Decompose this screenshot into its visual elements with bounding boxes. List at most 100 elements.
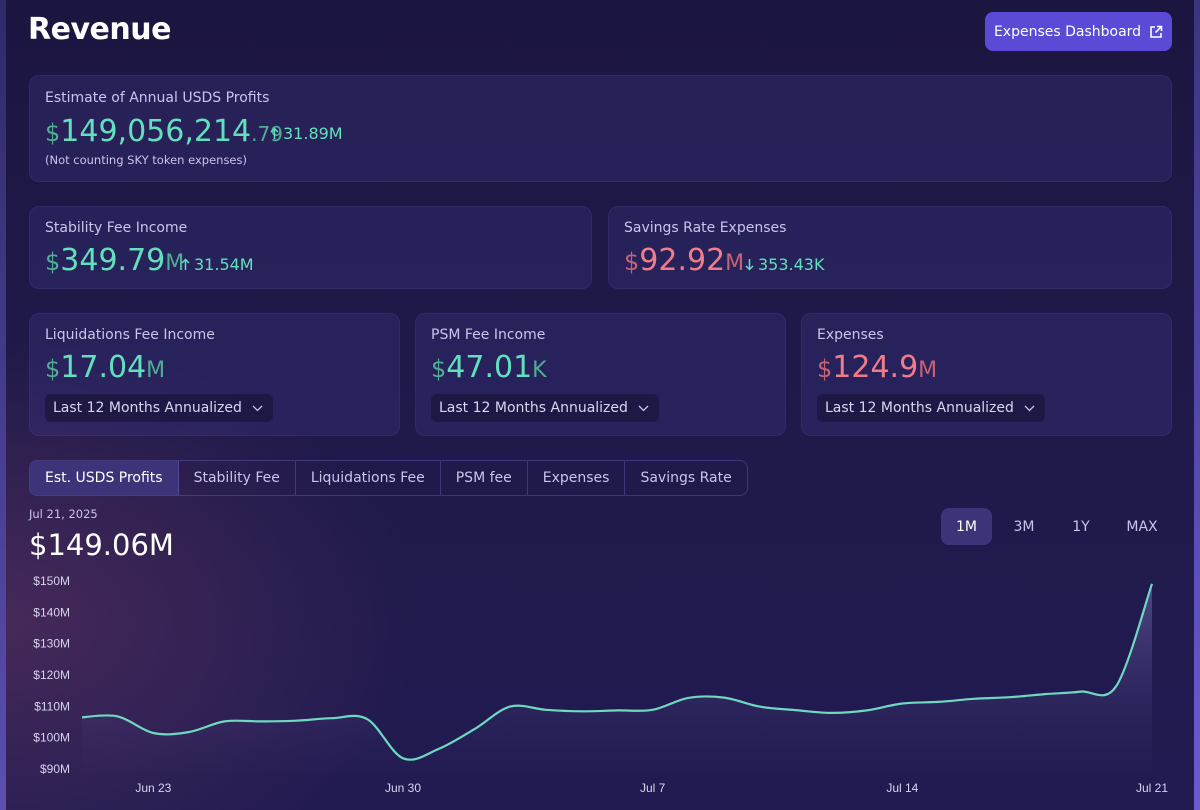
- psm-fee-card: PSM Fee Income $ 47.01 K Last 12 Months …: [415, 313, 786, 436]
- tab-savings-rate[interactable]: Savings Rate: [625, 461, 746, 495]
- chart-data-point[interactable]: [1078, 689, 1084, 695]
- tab-psm-fee[interactable]: PSM fee: [441, 461, 528, 495]
- chart-data-point[interactable]: [186, 729, 192, 735]
- annual-profits-value: $ 149,056,214 .79: [45, 114, 283, 149]
- expenses-period-label: Last 12 Months Annualized: [825, 400, 1014, 416]
- expenses-label: Expenses: [817, 327, 884, 343]
- annual-profits-main: 149,056,214: [60, 114, 252, 149]
- chart-data-point[interactable]: [79, 714, 85, 720]
- chart-data-point[interactable]: [1149, 581, 1155, 587]
- chart-data-point[interactable]: [757, 704, 763, 710]
- tab-liquidations-fee[interactable]: Liquidations Fee: [296, 461, 441, 495]
- chart-data-point[interactable]: [935, 699, 941, 705]
- chart-area-fill: [82, 583, 1152, 773]
- expenses-card: Expenses $ 124.9 M Last 12 Months Annual…: [801, 313, 1172, 436]
- savings-rate-label: Savings Rate Expenses: [624, 220, 787, 236]
- y-tick-label: $130M: [33, 637, 70, 651]
- chevron-down-icon: [1024, 405, 1035, 411]
- chart-data-point[interactable]: [257, 718, 263, 724]
- range-max-button[interactable]: MAX: [1114, 508, 1170, 545]
- chart-data-point[interactable]: [971, 696, 977, 702]
- savings-rate-card: Savings Rate Expenses $ 92.92 M 353.43K: [608, 206, 1172, 289]
- liquidations-fee-value: $ 17.04 M: [45, 350, 165, 385]
- liquidations-period-select[interactable]: Last 12 Months Annualized: [45, 394, 273, 422]
- expenses-period-select[interactable]: Last 12 Months Annualized: [817, 394, 1045, 422]
- liquidations-fee-card: Liquidations Fee Income $ 17.04 M Last 1…: [29, 313, 400, 436]
- expenses-value: $ 124.9 M: [817, 350, 937, 385]
- annual-profits-label: Estimate of Annual USDS Profits: [45, 90, 270, 106]
- y-tick-label: $110M: [34, 699, 70, 713]
- x-tick-label: Jul 21: [1136, 781, 1168, 795]
- chart-data-point[interactable]: [329, 715, 335, 721]
- annual-profits-note: (Not counting SKY token expenses): [45, 153, 247, 167]
- y-tick-label: $90M: [40, 762, 70, 776]
- annual-profits-delta-value: 31.89M: [283, 124, 343, 143]
- expenses-dashboard-button[interactable]: Expenses Dashboard: [985, 12, 1172, 51]
- chart-data-point[interactable]: [222, 718, 228, 724]
- tab-stability-fee[interactable]: Stability Fee: [179, 461, 296, 495]
- annual-profits-delta: 31.89M: [270, 124, 343, 143]
- x-tick-label: Jul 7: [640, 781, 666, 795]
- expenses-unit: M: [918, 358, 938, 383]
- psm-fee-value: $ 47.01 K: [431, 350, 547, 385]
- stability-fee-number: 349.79: [60, 243, 166, 278]
- chart-data-point[interactable]: [578, 708, 584, 714]
- arrow-up-icon: [270, 127, 279, 139]
- annual-profits-card: Estimate of Annual USDS Profits $ 149,05…: [29, 75, 1172, 182]
- chart-data-point[interactable]: [721, 695, 727, 701]
- range-1m-button[interactable]: 1M: [941, 508, 992, 545]
- chart-data-point[interactable]: [543, 707, 549, 713]
- tab-expenses[interactable]: Expenses: [528, 461, 626, 495]
- chevron-down-icon: [252, 405, 263, 411]
- chart-data-point[interactable]: [792, 707, 798, 713]
- currency-symbol: $: [45, 119, 61, 147]
- currency-symbol: $: [817, 355, 833, 383]
- chart-data-point[interactable]: [150, 730, 156, 736]
- stability-fee-label: Stability Fee Income: [45, 220, 188, 236]
- psm-fee-number: 47.01: [446, 350, 533, 385]
- chart-data-point[interactable]: [364, 716, 370, 722]
- chart-data-point[interactable]: [1113, 683, 1119, 689]
- chart-selected-value: $149.06M: [29, 528, 174, 562]
- chart-data-point[interactable]: [471, 726, 477, 732]
- profits-area-chart[interactable]: $150M $140M $130M $120M $110M $100M $90M Jun 2…: [0, 560, 1200, 810]
- chart-data-point[interactable]: [650, 707, 656, 713]
- x-tick-label: Jul 14: [886, 781, 918, 795]
- y-tick-label: $140M: [33, 605, 70, 619]
- currency-symbol: $: [431, 355, 447, 383]
- chart-data-point[interactable]: [436, 746, 442, 752]
- currency-symbol: $: [45, 248, 61, 276]
- chart-data-point[interactable]: [507, 704, 513, 710]
- psm-fee-unit: K: [532, 358, 547, 383]
- chart-data-point[interactable]: [400, 755, 406, 761]
- chart-data-point[interactable]: [614, 707, 620, 713]
- currency-symbol: $: [45, 355, 61, 383]
- chart-data-point[interactable]: [293, 718, 299, 724]
- psm-period-label: Last 12 Months Annualized: [439, 400, 628, 416]
- range-1y-button[interactable]: 1Y: [1058, 508, 1104, 545]
- y-tick-label: $100M: [33, 731, 70, 745]
- page-title: Revenue: [28, 12, 171, 47]
- savings-rate-value: $ 92.92 M: [624, 243, 744, 278]
- chart-data-point[interactable]: [864, 707, 870, 713]
- range-3m-button[interactable]: 3M: [1000, 508, 1048, 545]
- external-link-icon: [1150, 25, 1163, 38]
- liquidations-fee-number: 17.04: [60, 350, 147, 385]
- chart-data-point[interactable]: [115, 713, 121, 719]
- stability-fee-delta: 31.54M: [181, 255, 254, 274]
- chart-data-point[interactable]: [685, 695, 691, 701]
- psm-period-select[interactable]: Last 12 Months Annualized: [431, 394, 659, 422]
- chart-data-point[interactable]: [1042, 691, 1048, 697]
- x-tick-label: Jun 23: [135, 781, 171, 795]
- liquidations-fee-unit: M: [146, 358, 166, 383]
- currency-symbol: $: [624, 248, 640, 276]
- tab-est-usds-profits[interactable]: Est. USDS Profits: [30, 461, 179, 495]
- expenses-number: 124.9: [832, 350, 919, 385]
- chart-data-point[interactable]: [899, 701, 905, 707]
- chart-data-point[interactable]: [828, 710, 834, 716]
- arrow-up-icon: [181, 258, 190, 270]
- liquidations-period-label: Last 12 Months Annualized: [53, 400, 242, 416]
- stability-fee-delta-value: 31.54M: [194, 255, 254, 274]
- chart-data-point[interactable]: [1006, 694, 1012, 700]
- chevron-down-icon: [638, 405, 649, 411]
